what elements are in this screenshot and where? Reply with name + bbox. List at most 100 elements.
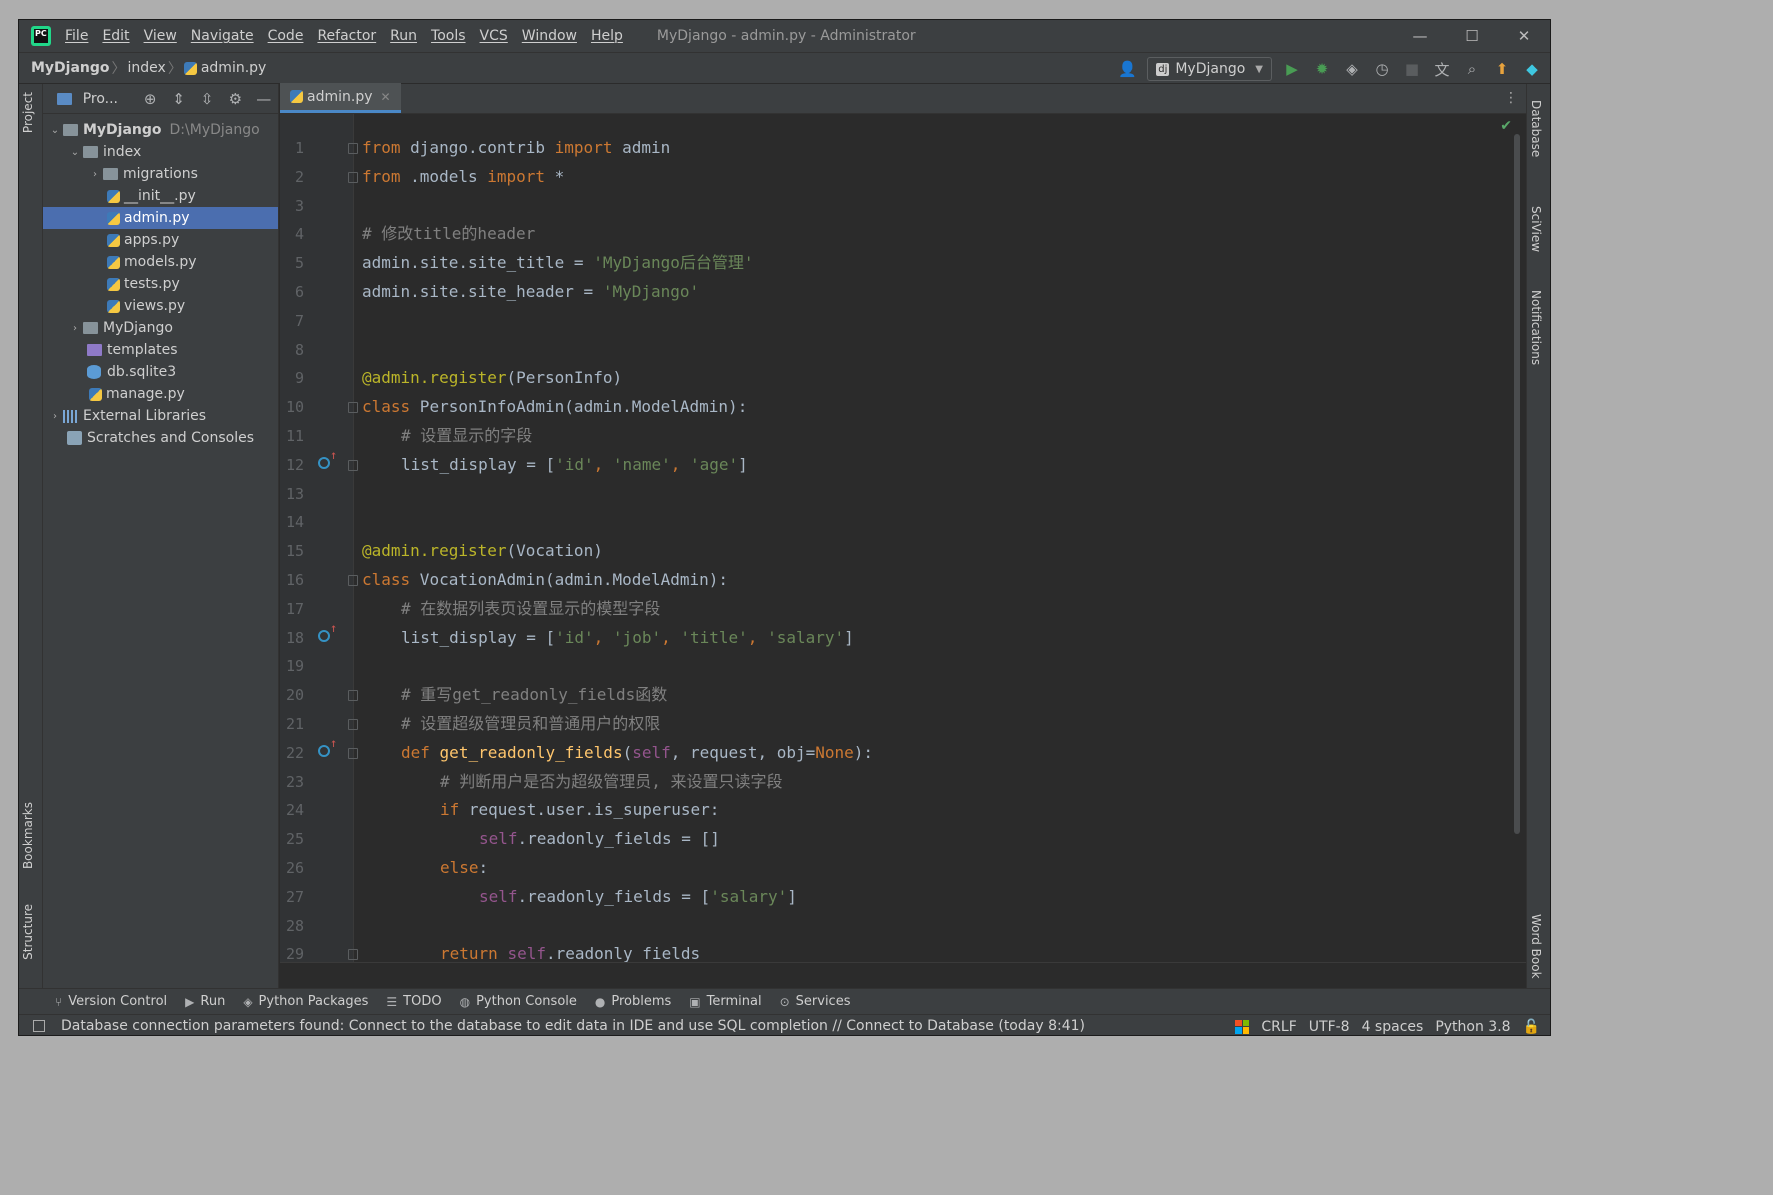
fold-marker-icon[interactable]	[348, 690, 358, 702]
menu-refactor[interactable]: Refactor	[317, 28, 376, 44]
tree-item-models[interactable]: models.py	[43, 251, 278, 273]
terminal-tab[interactable]: ▣ Terminal	[689, 994, 761, 1009]
tree-item-external-libraries[interactable]: › External Libraries	[43, 405, 278, 427]
expand-all-icon[interactable]: ⇕	[164, 90, 192, 108]
locate-icon[interactable]: ⊕	[136, 90, 164, 108]
menu-edit[interactable]: Edit	[102, 28, 129, 44]
database-tool-tab[interactable]: Database	[1529, 100, 1543, 157]
encoding-widget[interactable]: UTF-8	[1309, 1019, 1350, 1035]
tree-item-manage[interactable]: manage.py	[43, 383, 278, 405]
menu-tools[interactable]: Tools	[431, 28, 466, 44]
todo-tab[interactable]: ☰ TODO	[386, 994, 441, 1009]
tree-item-views[interactable]: views.py	[43, 295, 278, 317]
user-icon[interactable]: 👤	[1117, 59, 1137, 79]
chevron-right-icon[interactable]: ›	[67, 323, 83, 334]
run-tab[interactable]: ▶ Run	[185, 994, 225, 1009]
problems-tab[interactable]: ● Problems	[595, 994, 671, 1009]
translate-icon[interactable]: 文	[1432, 59, 1452, 79]
gear-icon[interactable]: ⚙	[221, 90, 249, 108]
close-button[interactable]: ✕	[1498, 20, 1550, 52]
override-marker-icon[interactable]	[318, 736, 337, 757]
debug-icon[interactable]: ✹	[1312, 59, 1332, 79]
tree-item-apps[interactable]: apps.py	[43, 229, 278, 251]
python-console-tab[interactable]: ◍ Python Console	[460, 994, 577, 1009]
search-icon[interactable]: ⌕	[1462, 59, 1482, 79]
tree-item-migrations[interactable]: › migrations	[43, 163, 278, 185]
tree-item-db[interactable]: db.sqlite3	[43, 361, 278, 383]
fold-marker-icon[interactable]	[348, 143, 358, 154]
menu-navigate[interactable]: Navigate	[191, 28, 254, 44]
update-icon[interactable]: ⬆	[1492, 59, 1512, 79]
tree-item-index[interactable]: ⌄ index	[43, 141, 278, 163]
sciview-tool-tab[interactable]: SciView	[1529, 206, 1543, 252]
menu-vcs[interactable]: VCS	[480, 28, 508, 44]
fold-marker-icon[interactable]	[348, 574, 358, 586]
plugin-icon[interactable]: ◆	[1522, 59, 1542, 79]
tree-item-admin[interactable]: admin.py	[43, 207, 278, 229]
fold-marker-icon[interactable]	[348, 402, 358, 414]
line-separator-widget[interactable]: CRLF	[1261, 1019, 1296, 1035]
run-config-select[interactable]: dj MyDjango ▼	[1147, 57, 1272, 81]
tree-item-init[interactable]: __init__.py	[43, 185, 278, 207]
structure-tool-tab[interactable]: Structure	[21, 904, 35, 960]
indent-widget[interactable]: 4 spaces	[1362, 1019, 1424, 1035]
toggle-tool-windows-icon[interactable]	[33, 1020, 45, 1032]
menu-view[interactable]: View	[144, 28, 177, 44]
breadcrumb-folder[interactable]: index	[128, 60, 166, 76]
status-message[interactable]: Database connection parameters found: Co…	[61, 1018, 1085, 1034]
collapse-all-icon[interactable]: ⇳	[193, 90, 221, 108]
notifications-tool-tab[interactable]: Notifications	[1529, 290, 1543, 365]
fold-marker-icon[interactable]	[348, 171, 358, 183]
code-editor[interactable]: ✔ 1 from django.contrib import admin 2 f…	[280, 114, 1528, 962]
project-tool-tab[interactable]: Project	[21, 92, 35, 133]
tree-item-label: Scratches and Consoles	[87, 430, 254, 446]
chevron-right-icon[interactable]: ›	[87, 169, 103, 180]
menu-file[interactable]: File	[65, 28, 88, 44]
tree-item-root[interactable]: ⌄ MyDjango D:\MyDjango	[43, 119, 278, 141]
line-number: 26	[285, 858, 304, 877]
lock-icon[interactable]: 🔓	[1523, 1019, 1540, 1035]
close-tab-icon[interactable]: ✕	[381, 90, 391, 104]
code-line: 29 return self.readonly_fields	[280, 940, 1528, 962]
python-file-icon	[290, 90, 303, 103]
profile-icon[interactable]: ◷	[1372, 59, 1392, 79]
tree-item-label: index	[103, 144, 142, 160]
menu-run[interactable]: Run	[390, 28, 417, 44]
code-line: 14	[280, 508, 1528, 537]
breadcrumb-project[interactable]: MyDjango	[31, 60, 110, 76]
coverage-icon[interactable]: ◈	[1342, 59, 1362, 79]
minimize-button[interactable]: —	[1394, 20, 1446, 52]
tree-item-scratches[interactable]: Scratches and Consoles	[43, 427, 278, 449]
more-icon[interactable]: ⋮	[1504, 90, 1518, 106]
fold-marker-icon[interactable]	[348, 718, 358, 730]
hide-icon[interactable]: —	[250, 90, 278, 108]
interpreter-widget[interactable]: Python 3.8	[1435, 1019, 1510, 1035]
python-packages-tab[interactable]: ◈ Python Packages	[243, 994, 368, 1009]
chevron-down-icon[interactable]: ⌄	[47, 125, 63, 136]
tree-item-tests[interactable]: tests.py	[43, 273, 278, 295]
line-number: 2	[294, 167, 304, 186]
editor-tab-admin[interactable]: admin.py ✕	[280, 83, 401, 113]
menu-code[interactable]: Code	[268, 28, 304, 44]
run-icon[interactable]: ▶	[1282, 59, 1302, 79]
fold-marker-icon[interactable]	[348, 949, 358, 961]
chevron-down-icon[interactable]: ⌄	[67, 147, 83, 158]
project-panel-title[interactable]: Pro...	[83, 91, 118, 107]
pycharm-logo-icon: PC	[31, 26, 51, 46]
tree-item-templates[interactable]: templates	[43, 339, 278, 361]
breadcrumb-file[interactable]: admin.py	[201, 60, 267, 76]
services-tab[interactable]: ⊙ Services	[780, 994, 851, 1009]
fold-marker-icon[interactable]	[348, 747, 358, 759]
maximize-button[interactable]: ☐	[1446, 20, 1498, 52]
override-marker-icon[interactable]	[318, 621, 337, 642]
stop-icon[interactable]: ■	[1402, 59, 1422, 79]
tree-item-mydjango-package[interactable]: › MyDjango	[43, 317, 278, 339]
chevron-right-icon[interactable]: ›	[47, 411, 63, 422]
fold-marker-icon[interactable]	[348, 459, 358, 471]
bookmarks-tool-tab[interactable]: Bookmarks	[21, 802, 35, 869]
wordbook-tool-tab[interactable]: Word Book	[1529, 914, 1543, 979]
menu-window[interactable]: Window	[522, 28, 577, 44]
menu-help[interactable]: Help	[591, 28, 623, 44]
version-control-tab[interactable]: ⑂ Version Control	[55, 994, 167, 1009]
override-marker-icon[interactable]	[318, 448, 337, 469]
